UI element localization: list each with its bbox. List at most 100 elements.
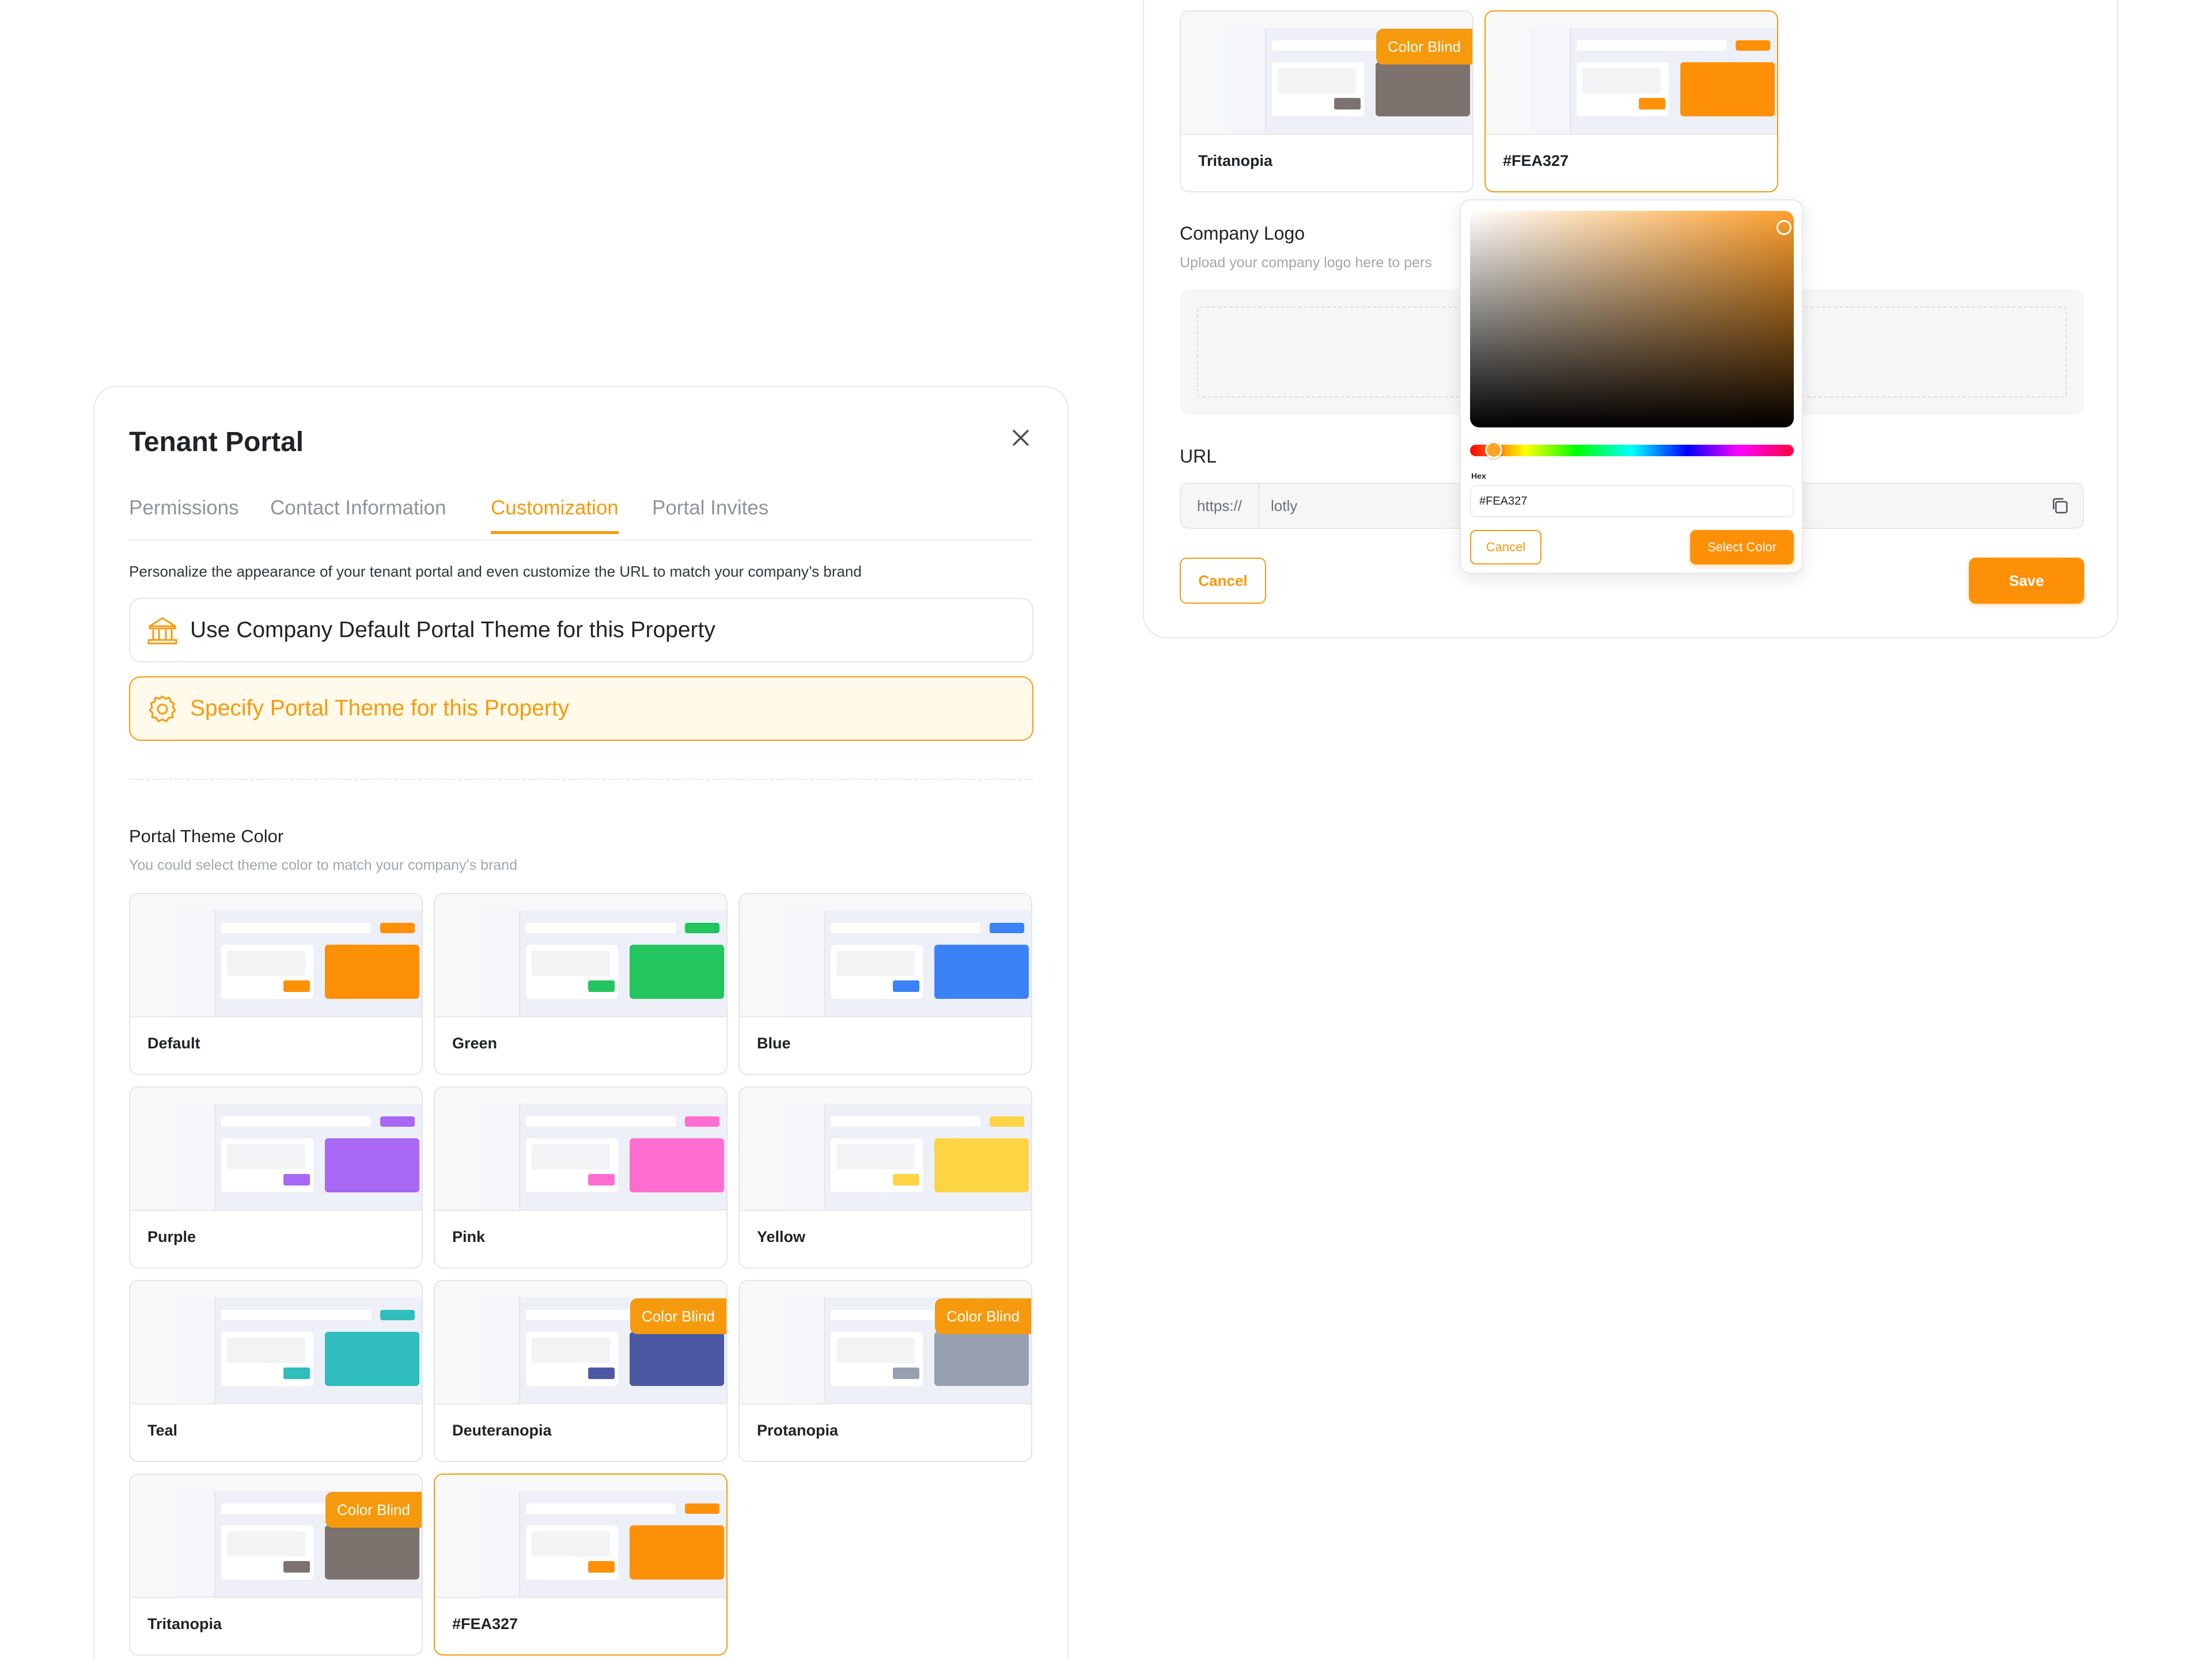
hex-label: Hex xyxy=(1471,471,1486,480)
theme-card-blue[interactable]: Blue xyxy=(738,893,1032,1075)
saturation-value-area[interactable] xyxy=(1470,211,1794,427)
theme-card-deuteranopia[interactable]: Color Blind Deuteranopia xyxy=(434,1280,728,1462)
preview-sidebar xyxy=(785,910,825,1016)
preview-accent-pill xyxy=(685,1116,719,1127)
preview-accent-block xyxy=(1376,62,1470,116)
preview-sidebar xyxy=(480,1491,520,1597)
preview-accent-chip xyxy=(283,1561,310,1573)
preview-accent-block xyxy=(630,1138,724,1192)
preview-card-content xyxy=(227,1144,305,1169)
preview-accent-chip xyxy=(283,980,310,992)
preview-sidebar xyxy=(175,1297,215,1403)
preview-card-content xyxy=(1582,68,1661,93)
theme-card-default[interactable]: Default xyxy=(129,893,423,1075)
color-picker-popover: Hex #FEA327 Cancel Select Color xyxy=(1460,199,1803,574)
preview-sidebar xyxy=(175,910,215,1016)
preview-header-bar xyxy=(526,923,676,933)
preview-accent-block xyxy=(325,945,419,999)
preview-header-bar xyxy=(831,1116,980,1127)
preview-accent-pill xyxy=(685,923,719,933)
theme-card-label: #FEA327 xyxy=(452,1615,518,1633)
theme-card-label: #FEA327 xyxy=(1503,152,1569,169)
preview-header-bar xyxy=(221,1310,371,1320)
option-company-default-theme[interactable]: Use Company Default Portal Theme for thi… xyxy=(129,598,1033,662)
theme-card-label: Purple xyxy=(147,1228,196,1245)
preview-accent-pill xyxy=(380,1310,415,1320)
preview-header-bar xyxy=(221,923,371,933)
preview-card-content xyxy=(532,1531,610,1556)
theme-preview xyxy=(130,1281,422,1404)
theme-card-label: Tritanopia xyxy=(1198,152,1273,169)
copy-icon[interactable] xyxy=(2050,495,2070,516)
theme-card-label: Green xyxy=(452,1035,498,1052)
picker-cancel-button[interactable]: Cancel xyxy=(1470,530,1541,565)
theme-card-green[interactable]: Green xyxy=(434,893,728,1075)
hue-handle[interactable] xyxy=(1485,441,1502,459)
theme-card-tritanopia[interactable]: Color Blind Tritanopia xyxy=(1180,10,1474,192)
option-specify-theme[interactable]: Specify Portal Theme for this Property xyxy=(129,676,1033,741)
theme-card-fea327[interactable]: #FEA327 xyxy=(1484,10,1778,192)
preview-accent-pill xyxy=(990,1116,1024,1127)
preview-card-content xyxy=(227,1338,305,1363)
theme-preview xyxy=(130,1088,422,1211)
preview-card-content xyxy=(836,1144,915,1169)
gear-icon xyxy=(149,695,176,722)
company-logo-title: Company Logo xyxy=(1180,223,1305,244)
preview-accent-block xyxy=(1680,62,1775,116)
tab-portal-invites[interactable]: Portal Invites xyxy=(652,497,768,531)
preview-card-content xyxy=(1278,68,1356,93)
theme-card-protanopia[interactable]: Color Blind Protanopia xyxy=(738,1280,1032,1462)
theme-card-teal[interactable]: Teal xyxy=(129,1280,423,1462)
url-value[interactable]: lotly xyxy=(1271,484,1297,528)
saturation-handle[interactable] xyxy=(1777,220,1791,235)
theme-preview xyxy=(435,1475,726,1598)
preview-accent-chip xyxy=(1639,98,1665,109)
theme-preview xyxy=(740,894,1031,1017)
cancel-button[interactable]: Cancel xyxy=(1180,558,1266,604)
preview-accent-pill xyxy=(380,923,415,933)
preview-sidebar xyxy=(480,1297,520,1403)
theme-card-label: Default xyxy=(147,1035,200,1052)
theme-card-fea327[interactable]: #FEA327 xyxy=(434,1474,728,1656)
hex-input[interactable]: #FEA327 xyxy=(1470,485,1794,517)
theme-card-label: Blue xyxy=(757,1035,791,1052)
preview-sidebar xyxy=(785,1104,825,1210)
preview-accent-pill xyxy=(685,1503,719,1514)
url-prefix: https:// xyxy=(1181,484,1259,528)
preview-accent-chip xyxy=(283,1174,310,1185)
tab-contact-information[interactable]: Contact Information xyxy=(270,497,446,531)
preview-accent-pill xyxy=(1736,40,1770,51)
tenant-portal-modal: Tenant Portal Permissions Contact Inform… xyxy=(93,386,1069,1659)
tab-customization[interactable]: Customization xyxy=(491,497,619,534)
divider xyxy=(129,779,1033,780)
preview-accent-block xyxy=(325,1525,419,1580)
theme-card-tritanopia[interactable]: Color Blind Tritanopia xyxy=(129,1474,423,1656)
building-icon xyxy=(147,617,177,645)
select-color-button[interactable]: Select Color xyxy=(1690,530,1794,565)
hue-slider[interactable] xyxy=(1470,445,1794,456)
preview-accent-chip xyxy=(588,1174,615,1185)
preview-accent-block xyxy=(934,1138,1029,1192)
preview-accent-block xyxy=(630,1525,724,1580)
theme-preview xyxy=(740,1088,1031,1211)
theme-card-purple[interactable]: Purple xyxy=(129,1086,423,1268)
save-button[interactable]: Save xyxy=(1969,558,2084,604)
theme-card-label: Protanopia xyxy=(757,1422,839,1439)
company-logo-subtitle: Upload your company logo here to pers xyxy=(1180,255,1432,271)
preview-accent-block xyxy=(325,1332,419,1386)
url-label: URL xyxy=(1180,446,1217,467)
preview-accent-chip xyxy=(893,1174,919,1185)
preview-accent-chip xyxy=(588,1561,615,1573)
theme-card-yellow[interactable]: Yellow xyxy=(738,1086,1032,1268)
tab-permissions[interactable]: Permissions xyxy=(129,497,239,531)
theme-card-pink[interactable]: Pink xyxy=(434,1086,728,1268)
preview-accent-chip xyxy=(588,980,615,992)
close-icon[interactable] xyxy=(1007,424,1035,452)
preview-sidebar xyxy=(175,1491,215,1597)
color-blind-badge: Color Blind xyxy=(934,1298,1031,1334)
preview-header-bar xyxy=(1577,40,1726,51)
option-label: Specify Portal Theme for this Property xyxy=(190,696,570,721)
theme-card-label: Yellow xyxy=(757,1228,806,1245)
preview-sidebar xyxy=(1531,28,1571,134)
preview-accent-chip xyxy=(893,980,919,992)
